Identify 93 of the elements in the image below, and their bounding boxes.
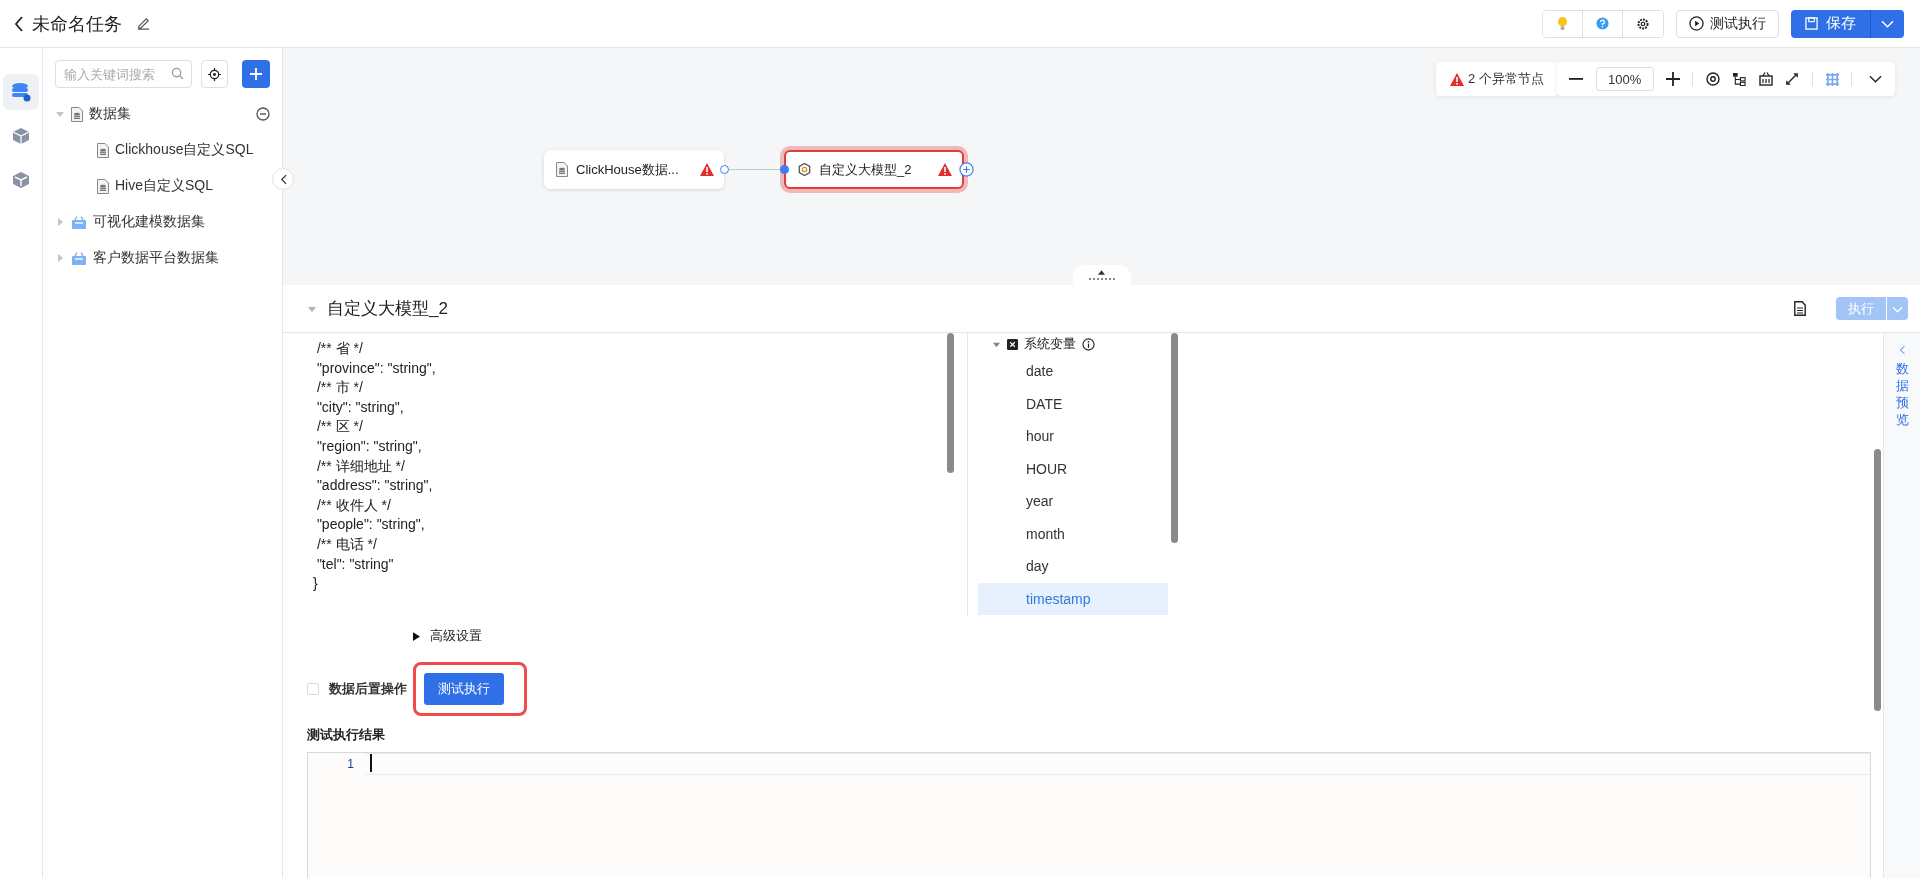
scrollbar[interactable] [1171, 333, 1178, 543]
add-node-icon[interactable] [959, 162, 974, 177]
settings-icon [1636, 16, 1650, 31]
line-number: 1 [346, 756, 354, 773]
checkbox-label: 数据后置操作 [329, 680, 407, 698]
connector-line [729, 169, 780, 170]
test-run-button[interactable]: 测试执行 [424, 673, 504, 705]
variable-item[interactable]: month [978, 517, 1168, 550]
collapse-icon[interactable] [256, 107, 270, 121]
code-line: "tel": "string" [315, 554, 395, 574]
grid-icon [1825, 72, 1839, 86]
help-icon [1596, 17, 1609, 30]
code-line: "province": "string", [315, 358, 437, 378]
scrollbar[interactable] [1874, 449, 1881, 711]
data-preview-tab[interactable]: 数据预览 [1895, 361, 1909, 429]
target-icon [207, 67, 221, 81]
play-icon [1689, 16, 1704, 31]
edit-icon[interactable] [136, 16, 151, 31]
section-label: 系统变量 [1024, 335, 1076, 353]
code-line: /** 市 */ [315, 378, 364, 398]
result-editor[interactable]: 1 [307, 752, 1871, 878]
variable-item[interactable]: day [978, 550, 1168, 583]
gear-icon [798, 163, 811, 176]
page-title: 未命名任务 [32, 12, 122, 36]
locate-button[interactable] [200, 60, 229, 88]
tree-item[interactable]: Hive自定义SQL [55, 168, 270, 204]
basket-icon [1758, 72, 1773, 86]
variable-item[interactable]: timestamp [978, 582, 1168, 615]
caret-right-icon[interactable] [413, 631, 420, 641]
back-icon[interactable] [14, 15, 24, 32]
checkbox[interactable] [307, 683, 319, 695]
code-line: /** 电话 */ [315, 534, 378, 554]
advanced-settings-toggle[interactable]: 高级设置 [430, 627, 482, 645]
info-icon [1082, 337, 1095, 351]
chevron-down-icon [1881, 19, 1894, 28]
tree-item[interactable]: 客户数据平台数据集 [55, 240, 270, 276]
warning-icon [1450, 72, 1464, 86]
add-button[interactable] [242, 60, 270, 88]
document-icon[interactable] [1794, 301, 1806, 316]
alert-badge[interactable]: 2 个异常节点 [1436, 62, 1558, 96]
search-field[interactable]: 输入关键词搜索 [55, 60, 192, 88]
cube-icon [12, 127, 30, 145]
text-cursor [370, 754, 372, 772]
document-icon [97, 178, 109, 194]
code-line: /** 区 */ [315, 417, 364, 437]
variable-item[interactable]: year [978, 485, 1168, 518]
chevron-left-icon [279, 173, 287, 185]
flow-node[interactable]: ClickHouse数据... [544, 150, 724, 189]
scrollbar[interactable] [947, 333, 954, 473]
target-icon [1705, 72, 1720, 86]
plus-icon [249, 67, 264, 81]
tree-item[interactable]: 数据集 [55, 96, 270, 132]
resize-handle[interactable] [1072, 265, 1131, 285]
code-line: "people": "string", [315, 515, 426, 535]
document-icon [97, 142, 109, 158]
tree-icon [1732, 72, 1746, 86]
code-line: /** 省 */ [315, 339, 364, 358]
caret-up-icon [1098, 270, 1105, 275]
tree-item[interactable]: 可视化建模数据集 [55, 204, 270, 240]
variable-item[interactable]: HOUR [978, 452, 1168, 485]
document-icon [556, 162, 568, 177]
variable-item[interactable]: date [978, 355, 1168, 388]
tree-item[interactable]: Clickhouse自定义SQL [55, 132, 270, 168]
code-line: "region": "string", [315, 436, 423, 456]
collapse-sidebar-button[interactable] [272, 168, 294, 190]
code-line: /** 收件人 */ [315, 495, 392, 515]
output-port[interactable] [720, 165, 729, 174]
minus-icon [1569, 78, 1584, 80]
chevron-down-icon [1892, 306, 1903, 313]
code-line: "address": "string", [315, 476, 434, 496]
variable-icon [1007, 338, 1018, 350]
variable-item[interactable]: hour [978, 420, 1168, 453]
basket-icon [71, 251, 87, 265]
save-icon [1805, 17, 1818, 30]
lightbulb-icon [1557, 16, 1568, 31]
section-title: 测试执行结果 [306, 726, 386, 744]
search-icon [170, 67, 184, 80]
panel-title: 自定义大模型_2 [327, 298, 448, 320]
input-port[interactable] [780, 165, 789, 174]
test-run-button[interactable]: 测试执行 [1676, 9, 1779, 38]
rail-tab[interactable] [3, 74, 39, 110]
plus-icon [1665, 72, 1680, 86]
cube-icon [12, 171, 30, 189]
document-icon [71, 106, 83, 122]
database-icon [11, 82, 31, 102]
expand-icon [1786, 73, 1799, 85]
basket-icon [71, 215, 87, 229]
code-line: /** 详细地址 */ [315, 456, 406, 476]
chevron-down-icon [1869, 75, 1883, 83]
code-line: } [313, 574, 319, 594]
zoom-field[interactable]: 100% [1595, 67, 1654, 91]
code-line: "city": "string", [315, 397, 405, 417]
variable-item[interactable]: DATE [978, 387, 1168, 420]
